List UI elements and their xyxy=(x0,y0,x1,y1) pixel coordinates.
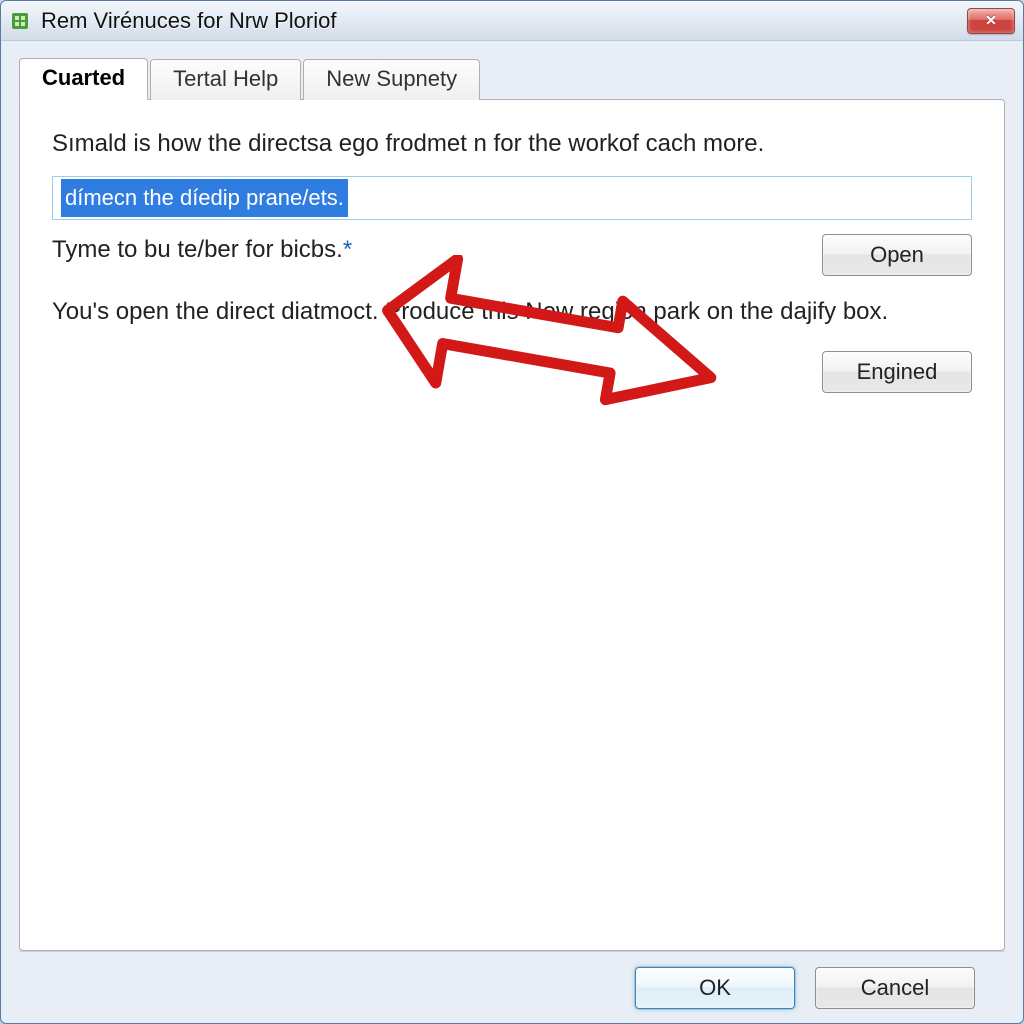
dialog-footer: OK Cancel xyxy=(19,951,1005,1023)
open-button[interactable]: Open xyxy=(822,234,972,276)
hint-text: Tyme to bu te/ber for bicbs.* xyxy=(52,234,802,266)
annotation-arrow-icon xyxy=(375,255,735,425)
path-input-selection: dímecn the díedip prane/ets. xyxy=(61,179,348,217)
tab-strip: Cuarted Tertal Help New Supnety xyxy=(19,57,1005,99)
tab-tertal-help[interactable]: Tertal Help xyxy=(150,59,301,100)
cancel-button[interactable]: Cancel xyxy=(815,967,975,1009)
close-icon: ✕ xyxy=(985,12,997,29)
intro-text: Sımald is how the directsa ego frodmet n… xyxy=(52,128,972,160)
hint-row: Tyme to bu te/ber for bicbs.* Open xyxy=(52,234,972,276)
titlebar[interactable]: Rem Virénuces for Nrw Ploriof ✕ xyxy=(1,1,1023,41)
engined-button[interactable]: Engined xyxy=(822,351,972,393)
dialog-body: Cuarted Tertal Help New Supnety Sımald i… xyxy=(1,41,1023,1023)
path-input[interactable]: dímecn the díedip prane/ets. xyxy=(52,176,972,220)
tab-cuarted[interactable]: Cuarted xyxy=(19,58,148,100)
engined-row: Engined xyxy=(52,351,972,393)
hint-asterisk: * xyxy=(343,236,352,263)
lower-text: You's open the direct diatmoct. Produce … xyxy=(52,296,972,328)
ok-button[interactable]: OK xyxy=(635,967,795,1009)
tab-panel: Sımald is how the directsa ego frodmet n… xyxy=(19,99,1005,951)
window-title: Rem Virénuces for Nrw Ploriof xyxy=(41,8,967,34)
tab-new-supnety[interactable]: New Supnety xyxy=(303,59,480,100)
dialog-window: Rem Virénuces for Nrw Ploriof ✕ Cuarted … xyxy=(0,0,1024,1024)
close-button[interactable]: ✕ xyxy=(967,8,1015,34)
app-icon xyxy=(9,10,31,32)
